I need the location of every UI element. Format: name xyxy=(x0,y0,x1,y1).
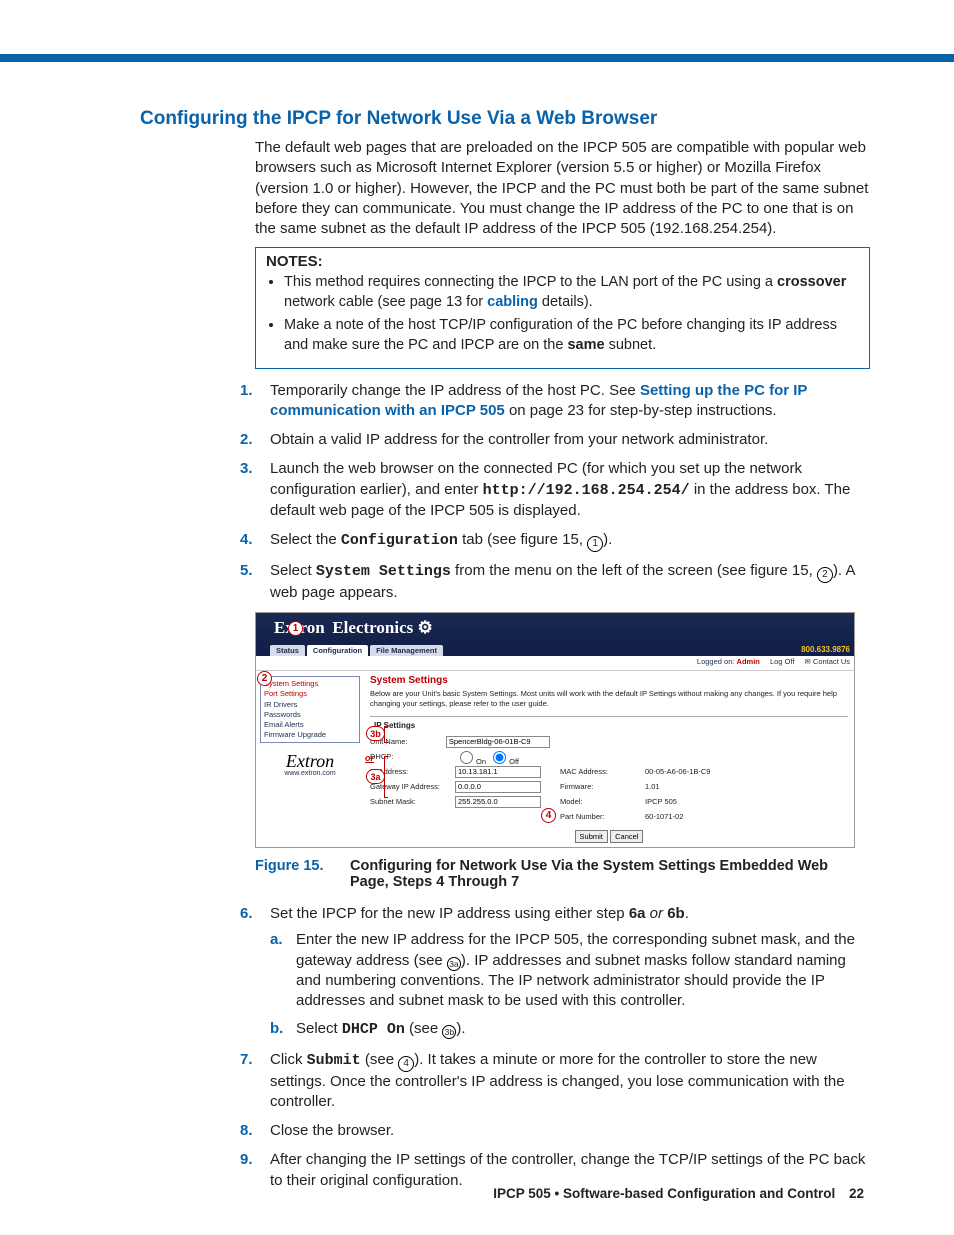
step-9: 9.After changing the IP settings of the … xyxy=(240,1150,870,1191)
page-footer: IPCP 505 • Software-based Configuration … xyxy=(493,1186,864,1201)
side-port-settings[interactable]: Port Settings xyxy=(264,689,356,699)
side-email-alerts[interactable]: Email Alerts xyxy=(264,720,356,730)
part-value: 60-1071-02 xyxy=(645,812,683,821)
part-label: Part Number: xyxy=(560,812,645,821)
ip-settings-heading: IP Settings xyxy=(374,721,848,730)
callout-3a: 3a xyxy=(366,769,385,784)
webshot: Extron Electronics ⚙ Status Configuratio… xyxy=(255,612,855,848)
main-panel: System Settings Below are your Unit's ba… xyxy=(364,671,854,847)
step-3: 3. Launch the web browser on the connect… xyxy=(240,459,870,521)
gateway-input[interactable] xyxy=(455,781,541,793)
unit-name-input[interactable] xyxy=(446,736,550,748)
step-2: 2.Obtain a valid IP address for the cont… xyxy=(240,430,870,450)
dhcp-on-radio[interactable] xyxy=(460,751,473,764)
mac-label: MAC Address: xyxy=(560,767,645,776)
logoff-link[interactable]: Log Off xyxy=(770,657,794,666)
step-6a: a. Enter the new IP address for the IPCP… xyxy=(270,930,870,1011)
webshot-tabs: Status Configuration File Management 800… xyxy=(256,642,854,656)
sidebar-menu: System Settings Port Settings IR Drivers… xyxy=(260,676,360,743)
page-heading: Configuring the IPCP for Network Use Via… xyxy=(140,108,870,130)
notes-box: NOTES: This method requires connecting t… xyxy=(255,247,870,368)
footer-section: IPCP 505 • Software-based Configuration … xyxy=(493,1186,835,1201)
subnet-input[interactable] xyxy=(455,796,541,808)
sidebar: System Settings Port Settings IR Drivers… xyxy=(256,671,364,847)
tab-configuration[interactable]: Configuration xyxy=(307,645,368,656)
figure-label: Figure 15. xyxy=(255,858,350,890)
panel-title: System Settings xyxy=(370,675,848,686)
logged-user: Admin xyxy=(737,657,760,666)
callout-or: or xyxy=(365,753,374,763)
figure-15: Extron Electronics ⚙ Status Configuratio… xyxy=(255,612,870,848)
firmware-value: 1.01 xyxy=(645,782,660,791)
side-ir-drivers[interactable]: IR Drivers xyxy=(264,700,356,710)
step-5: 5. Select System Settings from the menu … xyxy=(240,561,870,603)
callout-3a-ref: 3a xyxy=(447,957,461,971)
cabling-link[interactable]: cabling xyxy=(487,294,538,310)
notes-label: NOTES: xyxy=(266,253,323,270)
mac-value: 00-05-A6-06-1B-C9 xyxy=(645,767,710,776)
step-7: 7. Click Submit (see 4). It takes a minu… xyxy=(240,1050,870,1113)
ip-address-input[interactable] xyxy=(455,766,541,778)
webshot-header: Extron Electronics ⚙ xyxy=(256,613,854,642)
note-1: This method requires connecting the IPCP… xyxy=(284,273,859,312)
side-passwords[interactable]: Passwords xyxy=(264,710,356,720)
step-6b: b. Select DHCP On (see 3b). xyxy=(270,1019,870,1040)
tab-file-management[interactable]: File Management xyxy=(370,645,443,656)
top-blue-bar xyxy=(0,54,954,62)
subnet-label: Subnet Mask: xyxy=(370,797,455,806)
panel-desc: Below are your Unit's basic System Setti… xyxy=(370,689,848,708)
tab-status[interactable]: Status xyxy=(270,645,305,656)
gateway-label: Gateway IP Address: xyxy=(370,782,455,791)
intro-paragraph: The default web pages that are preloaded… xyxy=(255,138,870,239)
model-value: IPCP 505 xyxy=(645,797,677,806)
callout-1-ref: 1 xyxy=(587,536,603,552)
step-1: 1. Temporarily change the IP address of … xyxy=(240,381,870,422)
side-firmware[interactable]: Firmware Upgrade xyxy=(264,730,356,740)
bracket-3a xyxy=(384,756,388,798)
sidebar-logo: Extron www.extron.com xyxy=(260,751,360,777)
footer-page: 22 xyxy=(849,1186,864,1201)
contact-link[interactable]: ✉ Contact Us xyxy=(805,657,850,666)
note-2: Make a note of the host TCP/IP configura… xyxy=(284,316,859,355)
model-label: Model: xyxy=(560,797,645,806)
step-6: 6. Set the IPCP for the new IP address u… xyxy=(240,904,870,1041)
callout-2-ref: 2 xyxy=(817,567,833,583)
dhcp-label: DHCP: xyxy=(370,752,455,761)
step-4: 4. Select the Configuration tab (see fig… xyxy=(240,530,870,552)
firmware-label: Firmware: xyxy=(560,782,645,791)
figure-caption: Configuring for Network Use Via the Syst… xyxy=(350,858,870,890)
step-8: 8.Close the browser. xyxy=(240,1121,870,1141)
cancel-button[interactable]: Cancel xyxy=(610,830,643,843)
phone-number: 800.633.9876 xyxy=(801,645,850,654)
submit-button[interactable]: Submit xyxy=(575,830,608,843)
extron-url[interactable]: www.extron.com xyxy=(260,770,360,777)
top-strip: Logged on: Admin Log Off ✉ Contact Us xyxy=(256,656,854,671)
callout-4-ref: 4 xyxy=(398,1056,414,1072)
dhcp-off-radio[interactable] xyxy=(493,751,506,764)
bracket-3b xyxy=(384,726,388,743)
callout-3b-ref: 3b xyxy=(442,1025,456,1039)
side-system-settings[interactable]: System Settings xyxy=(264,679,356,689)
callout-3b: 3b xyxy=(366,726,385,741)
